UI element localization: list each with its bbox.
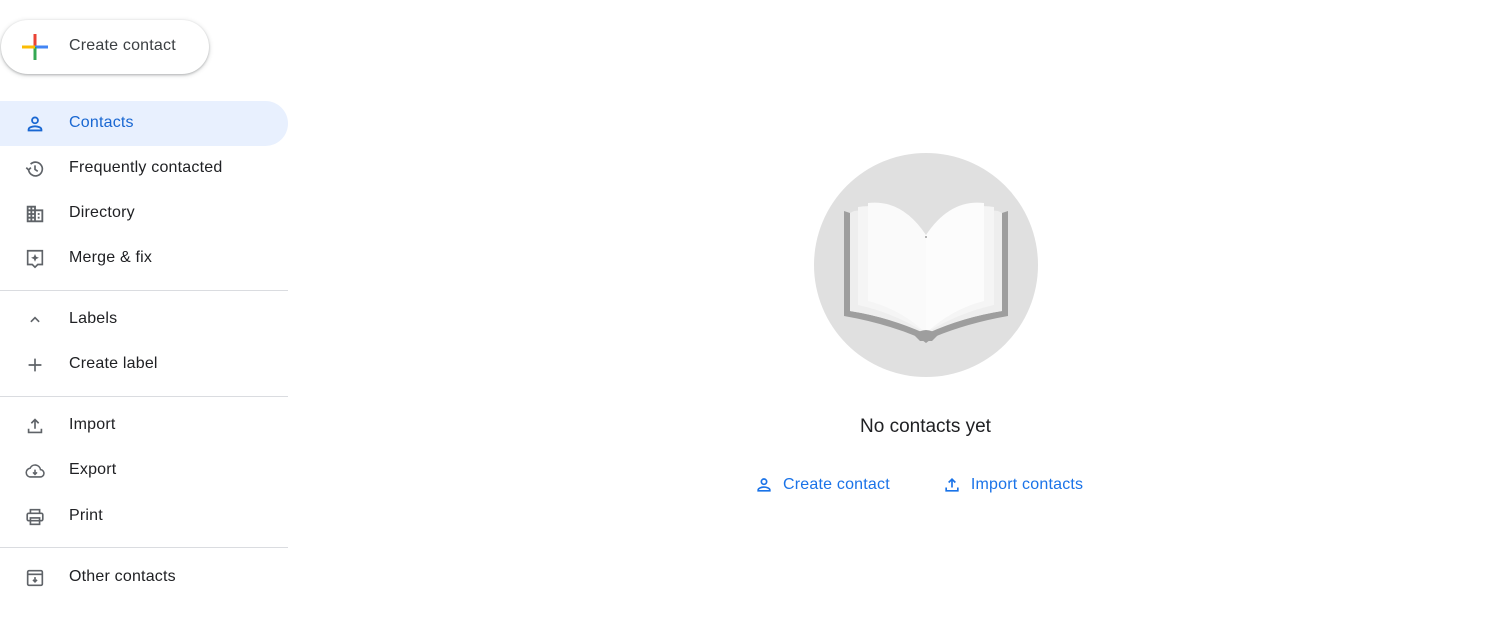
contacts-app: Create contact Contacts Frequently conta… <box>0 0 1500 637</box>
sidebar-item-import[interactable]: Import <box>0 403 288 448</box>
upload-icon <box>23 414 47 438</box>
sidebar-item-print[interactable]: Print <box>0 494 288 539</box>
create-contact-link-label: Create contact <box>783 476 890 493</box>
divider <box>0 396 288 397</box>
empty-state-actions: Create contact Import contacts <box>754 472 1083 498</box>
labels-header: Labels <box>69 310 118 327</box>
merge-fix-icon <box>23 247 47 271</box>
chevron-up-icon <box>23 308 47 332</box>
sidebar-item-label: Contacts <box>69 114 134 131</box>
sidebar-item-other-contacts[interactable]: Other contacts <box>0 555 288 600</box>
sidebar-item-label: Directory <box>69 204 135 221</box>
upload-icon <box>945 477 959 492</box>
divider <box>0 290 288 291</box>
create-contact-link[interactable]: Create contact <box>754 475 890 495</box>
sidebar-item-label: Import <box>69 416 116 433</box>
cloud-download-icon <box>23 459 47 483</box>
building-icon <box>23 202 47 226</box>
create-contact-button[interactable]: Create contact <box>1 20 209 74</box>
history-icon <box>23 157 47 181</box>
plus-icon <box>23 353 47 377</box>
sidebar-item-frequently-contacted[interactable]: Frequently contacted <box>0 146 288 191</box>
labels-section-toggle[interactable]: Labels <box>0 297 288 342</box>
sidebar-item-export[interactable]: Export <box>0 448 288 493</box>
sidebar-item-directory[interactable]: Directory <box>0 191 288 236</box>
sidebar-item-merge-fix[interactable]: Merge & fix <box>0 236 288 281</box>
archive-download-icon <box>23 566 47 590</box>
multicolor-plus-icon <box>22 34 48 60</box>
create-label-label: Create label <box>69 355 158 372</box>
sidebar-item-label: Print <box>69 507 103 524</box>
create-contact-label: Create contact <box>69 37 176 54</box>
empty-state: No contacts yet Create contact Import co… <box>288 0 1500 637</box>
sidebar-item-label: Frequently contacted <box>69 159 223 176</box>
sidebar: Create contact Contacts Frequently conta… <box>0 0 288 637</box>
sidebar-item-contacts[interactable]: Contacts <box>0 101 288 146</box>
person-icon <box>757 478 771 492</box>
sidebar-item-label: Merge & fix <box>69 249 153 266</box>
sidebar-item-label: Export <box>69 461 117 478</box>
divider <box>0 547 288 548</box>
person-icon <box>23 112 47 136</box>
sidebar-item-label: Other contacts <box>69 568 176 585</box>
print-icon <box>23 505 47 529</box>
import-contacts-link-label: Import contacts <box>970 476 1084 493</box>
open-book-illustration <box>814 153 1038 377</box>
import-contacts-link[interactable]: Import contacts <box>942 475 1083 495</box>
create-label-button[interactable]: Create label <box>0 342 288 387</box>
empty-state-title: No contacts yet <box>860 416 991 437</box>
